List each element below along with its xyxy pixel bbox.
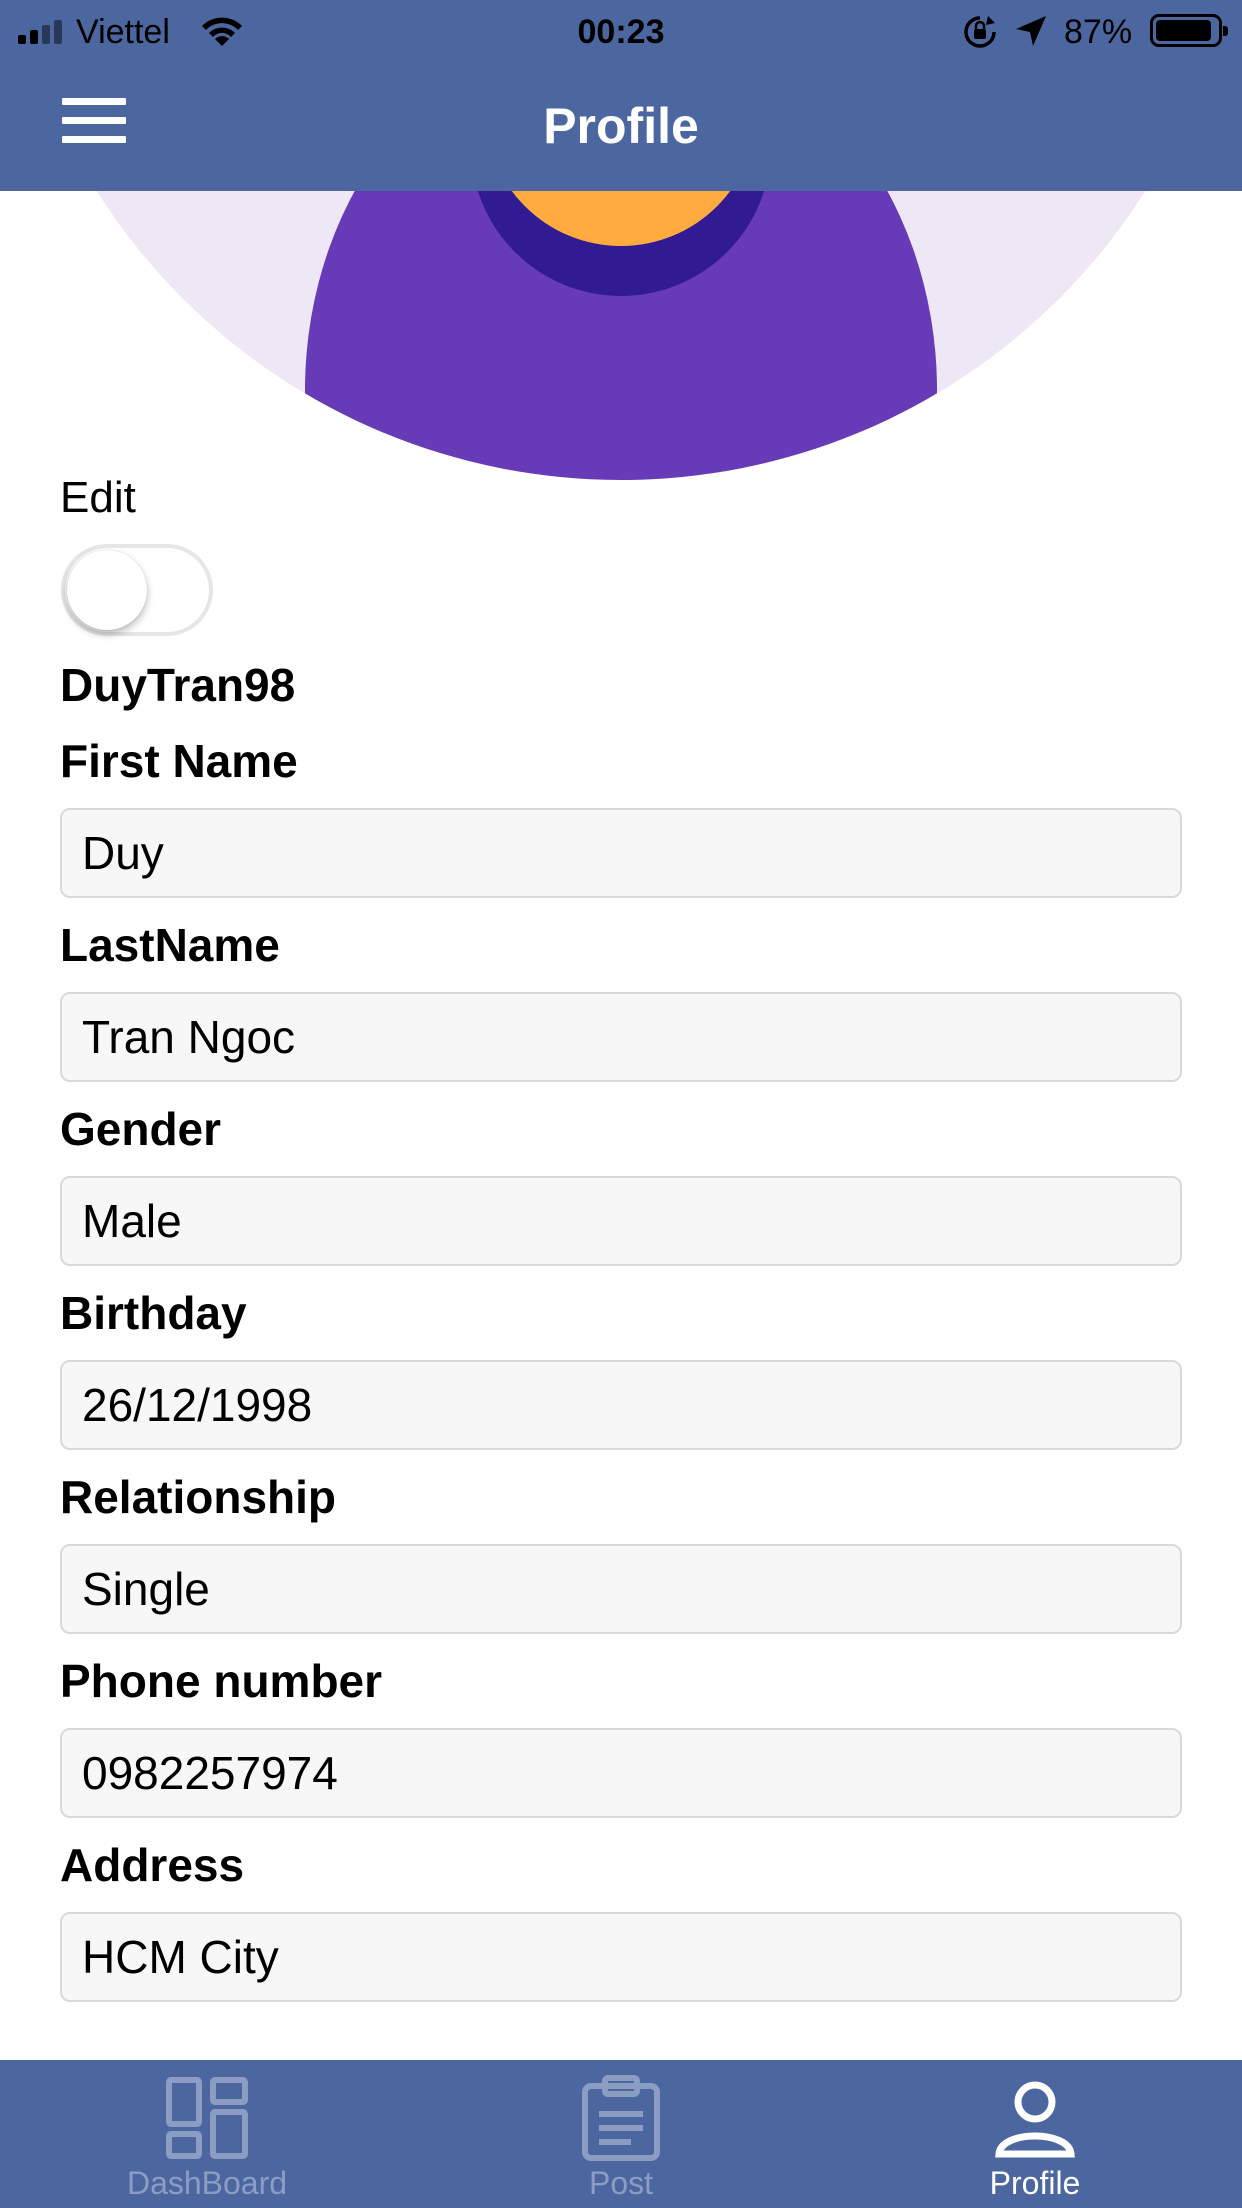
address-label: Address (60, 1839, 245, 1891)
user-icon (995, 2081, 1075, 2158)
rotation-lock-icon (964, 16, 996, 48)
address-field[interactable] (60, 1912, 1182, 2002)
toggle-knob (67, 550, 147, 630)
phone-number-field[interactable] (60, 1728, 1182, 1818)
edit-toggle[interactable] (61, 544, 213, 636)
phone-number-label: Phone number (60, 1655, 383, 1707)
location-arrow-icon (1016, 16, 1046, 46)
username: DuyTran98 (60, 659, 296, 711)
tab-dashboard[interactable]: DashBoard (0, 2060, 414, 2208)
relationship-field[interactable] (60, 1544, 1182, 1634)
first-name-field[interactable] (60, 808, 1182, 898)
gender-label: Gender (60, 1103, 222, 1155)
gender-field[interactable] (60, 1176, 1182, 1266)
battery-percent: 87% (1064, 13, 1133, 51)
first-name-label: First Name (60, 735, 298, 787)
tab-dashboard-label: DashBoard (126, 2165, 288, 2201)
battery-icon (1150, 14, 1228, 47)
top-app-bar: Viettel 00:23 87% Profile (0, 0, 1242, 191)
status-bar: Viettel 00:23 87% (0, 0, 1242, 62)
page-title: Profile (543, 98, 699, 154)
clipboard-icon (582, 2075, 660, 2161)
tab-profile[interactable]: Profile (828, 2060, 1242, 2208)
tab-post-label: Post (588, 2165, 654, 2201)
status-time: 00:23 (577, 13, 665, 51)
tab-profile-label: Profile (989, 2165, 1081, 2201)
bottom-tab-bar: DashBoard Post Profile (0, 2060, 1242, 2208)
dashboard-icon (166, 2077, 248, 2159)
tab-post[interactable]: Post (414, 2060, 828, 2208)
relationship-label: Relationship (60, 1471, 337, 1523)
last-name-field[interactable] (60, 992, 1182, 1082)
birthday-field[interactable] (60, 1360, 1182, 1450)
last-name-label: LastName (60, 919, 280, 971)
birthday-label: Birthday (60, 1287, 247, 1339)
